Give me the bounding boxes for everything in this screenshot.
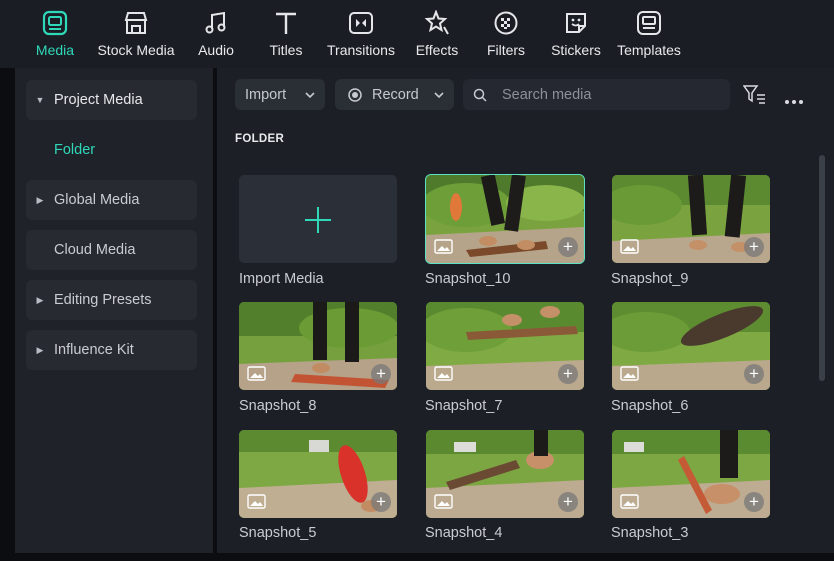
add-to-timeline-icon[interactable]: + <box>744 364 764 384</box>
tab-titles[interactable]: Titles <box>266 0 306 68</box>
sidebar-item-folder[interactable]: Folder <box>26 130 197 170</box>
sidebar-item-label: Folder <box>54 142 96 158</box>
media-caption: Snapshot_7 <box>425 398 503 414</box>
media-thumbnail[interactable]: + <box>612 430 770 518</box>
store-icon <box>121 8 151 38</box>
add-to-timeline-icon[interactable]: + <box>744 237 764 257</box>
record-dropdown-button[interactable]: Record <box>335 79 454 110</box>
chevron-down-icon <box>305 91 315 98</box>
media-library-panel: Import Record Search media FOLDER Import… <box>217 68 834 553</box>
media-caption: Snapshot_9 <box>611 271 689 287</box>
add-to-timeline-icon[interactable]: + <box>371 364 391 384</box>
tab-audio[interactable]: Audio <box>195 0 237 68</box>
sidebar-item-global-media[interactable]: ▶ Global Media <box>26 180 197 220</box>
media-thumbnail[interactable]: + <box>239 302 397 390</box>
image-type-icon <box>620 494 639 509</box>
tab-templates[interactable]: Templates <box>615 0 683 68</box>
search-field[interactable]: Search media <box>463 79 730 110</box>
text-t-icon <box>271 8 301 38</box>
more-options-icon[interactable] <box>784 92 804 104</box>
tab-media[interactable]: Media <box>33 0 77 68</box>
media-caption: Snapshot_3 <box>611 525 689 541</box>
filter-sort-icon[interactable] <box>742 84 767 106</box>
media-scrollbar[interactable] <box>819 155 825 381</box>
chevron-down-icon <box>434 91 444 98</box>
sidebar-item-label: Editing Presets <box>54 292 152 308</box>
sidebar-item-label: Global Media <box>54 192 140 208</box>
image-type-icon <box>434 239 453 254</box>
media-caption: Snapshot_10 <box>425 271 511 287</box>
media-icon <box>40 8 70 38</box>
media-thumbnail[interactable]: + <box>426 302 584 390</box>
media-caption: Snapshot_5 <box>239 525 317 541</box>
caret-right-icon: ▶ <box>36 194 44 205</box>
image-type-icon <box>434 366 453 381</box>
folder-heading: FOLDER <box>235 133 285 145</box>
sidebar-item-label: Project Media <box>54 92 143 108</box>
media-sidebar: ▼ Project Media Folder ▶ Global Media Cl… <box>15 68 213 553</box>
import-dropdown-button[interactable]: Import <box>235 79 325 110</box>
add-to-timeline-icon[interactable]: + <box>558 492 578 512</box>
add-to-timeline-icon[interactable]: + <box>371 492 391 512</box>
image-type-icon <box>247 494 266 509</box>
tab-filters[interactable]: Filters <box>486 0 526 68</box>
effects-icon <box>422 8 452 38</box>
sidebar-item-project-media[interactable]: ▼ Project Media <box>26 80 197 120</box>
template-icon <box>634 8 664 38</box>
sidebar-item-label: Influence Kit <box>54 342 134 358</box>
caret-right-icon: ▶ <box>36 294 44 305</box>
import-media-tile[interactable] <box>239 175 397 263</box>
import-media-caption: Import Media <box>239 271 324 287</box>
tab-stock-media[interactable]: Stock Media <box>94 0 178 68</box>
media-thumbnail[interactable]: + <box>612 175 770 263</box>
image-type-icon <box>434 494 453 509</box>
search-icon <box>473 88 487 102</box>
plus-icon <box>305 207 331 233</box>
tab-transitions[interactable]: Transitions <box>325 0 397 68</box>
media-caption: Snapshot_4 <box>425 525 503 541</box>
sticker-icon <box>561 8 591 38</box>
media-thumbnail[interactable]: + <box>425 174 585 264</box>
filter-icon <box>491 8 521 38</box>
caret-down-icon: ▼ <box>35 95 45 105</box>
image-type-icon <box>620 239 639 254</box>
media-thumbnail[interactable]: + <box>426 430 584 518</box>
import-button-label: Import <box>245 86 287 103</box>
record-icon <box>348 87 362 102</box>
tab-stickers[interactable]: Stickers <box>550 0 602 68</box>
image-type-icon <box>247 366 266 381</box>
media-thumbnail[interactable]: + <box>239 430 397 518</box>
sidebar-item-label: Cloud Media <box>54 242 136 258</box>
top-toolbar: Media Stock Media Audio Titles Transitio… <box>0 0 834 68</box>
image-type-icon <box>620 366 639 381</box>
sidebar-item-editing-presets[interactable]: ▶ Editing Presets <box>26 280 197 320</box>
media-thumbnail[interactable]: + <box>612 302 770 390</box>
search-input[interactable]: Search media <box>502 87 591 103</box>
caret-right-icon: ▶ <box>36 344 44 355</box>
add-to-timeline-icon[interactable]: + <box>558 364 578 384</box>
record-button-label: Record <box>372 86 419 103</box>
music-note-icon <box>201 8 231 38</box>
add-to-timeline-icon[interactable]: + <box>744 492 764 512</box>
transition-icon <box>346 8 376 38</box>
add-to-timeline-icon[interactable]: + <box>558 237 578 257</box>
sidebar-item-cloud-media[interactable]: Cloud Media <box>26 230 197 270</box>
tab-effects[interactable]: Effects <box>414 0 460 68</box>
media-caption: Snapshot_8 <box>239 398 317 414</box>
sidebar-item-influence-kit[interactable]: ▶ Influence Kit <box>26 330 197 370</box>
media-caption: Snapshot_6 <box>611 398 689 414</box>
